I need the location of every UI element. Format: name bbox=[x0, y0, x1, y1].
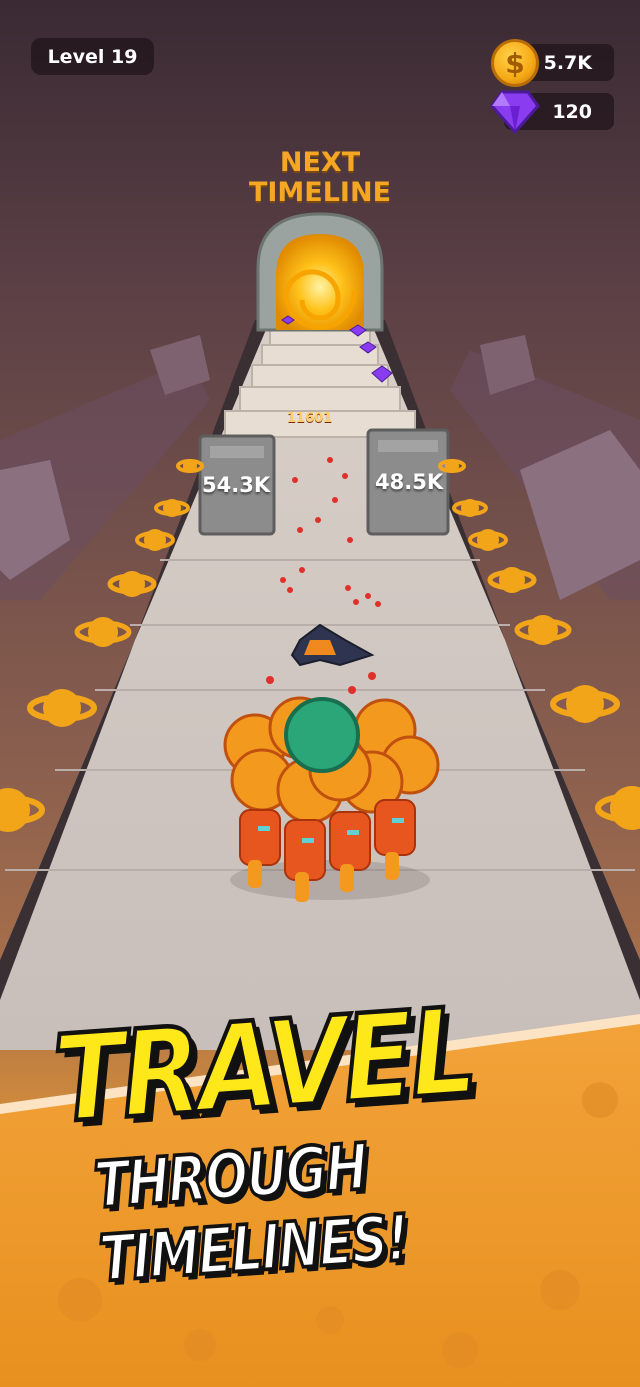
banner-title: TRAVEL bbox=[48, 979, 479, 1152]
astronaut-crowd bbox=[223, 696, 440, 902]
portal bbox=[256, 212, 384, 332]
next-timeline-text: NEXT TIMELINE bbox=[248, 147, 392, 208]
damage-number: 11601 bbox=[287, 411, 333, 426]
purple-gem-icon bbox=[490, 90, 540, 134]
gate-left-value: 54.3K bbox=[202, 473, 271, 497]
dollar-coin-icon: $ bbox=[491, 39, 539, 87]
gate-right-value: 48.5K bbox=[375, 470, 444, 494]
level-indicator: Level 19 bbox=[31, 38, 154, 75]
next-timeline-label: NEXT TIMELINE bbox=[220, 148, 420, 208]
coin-count: 5.7K bbox=[543, 51, 592, 74]
gem-count: 120 bbox=[552, 100, 592, 123]
level-label: Level 19 bbox=[47, 45, 138, 68]
